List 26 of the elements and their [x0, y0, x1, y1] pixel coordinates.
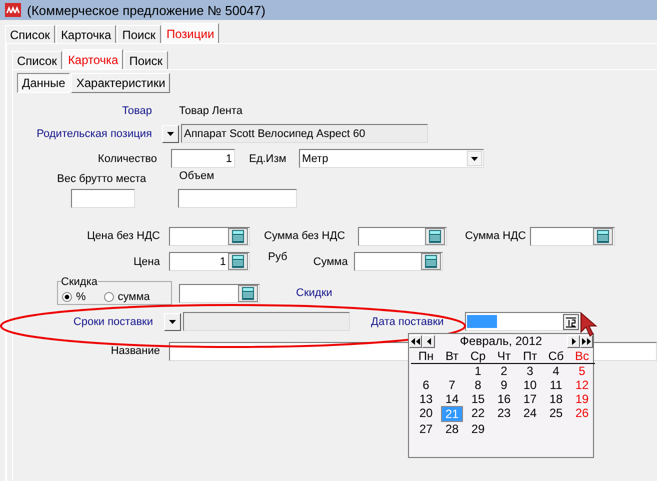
weekday-label: Ср [469, 349, 487, 363]
field-label: Сумма без НДС [264, 230, 346, 242]
field-label: Цена [132, 256, 160, 268]
field-label: Товар [121, 105, 152, 117]
weekday-label: Вт [444, 349, 460, 363]
field-label: Сумма [313, 256, 348, 268]
field-label: Дата поставки [371, 316, 444, 328]
field-label: Количество [96, 152, 157, 164]
field-label: Сумма НДС [465, 230, 526, 242]
weekday-label: Чт [496, 349, 512, 363]
weekday-label: Сб [547, 349, 565, 363]
field-label: Объем [179, 170, 214, 182]
month-title: Февраль, 2012 [458, 334, 544, 348]
weekday-label: Вс [574, 349, 590, 363]
weekday-label: Пт [522, 349, 538, 363]
window-title: (Коммерческое предложение № 50047) [27, 2, 266, 18]
field-label: Ед.Изм [249, 152, 288, 164]
group-title: Скидка [61, 276, 98, 288]
product-value: Товар Лента [179, 105, 242, 117]
field-label: Родительская позиция [36, 128, 152, 140]
currency-label: Руб [268, 251, 288, 263]
field-label: Сроки поставки [72, 316, 153, 328]
field-label: Вес брутто места [57, 172, 146, 184]
field-label: Название [110, 345, 160, 357]
field-label: Цена без НДС [86, 230, 160, 242]
weekday-label: Пн [417, 349, 435, 363]
